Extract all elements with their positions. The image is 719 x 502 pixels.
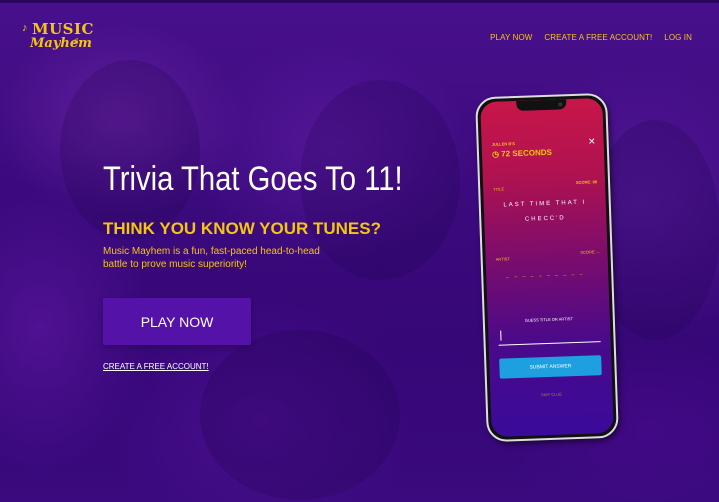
top-border [0,0,719,3]
score-artist: SCORE: -- [580,249,600,255]
lyric-clue: LAST TIME THAT I CHECC'D [503,199,587,223]
play-now-button[interactable]: PLAY NOW [103,298,251,345]
timer: ◷ 72 SECONDS [491,147,553,159]
music-note-icon: ♪ [22,22,28,34]
title-label: TITLE [493,186,505,192]
answer-blanks: _ _ _ _ _ _ _ _ _ _ [506,269,585,279]
background-shape [60,60,200,240]
background-shape [200,330,400,500]
nav-log-in[interactable]: LOG IN [664,33,692,42]
music-note-icon: ♫ [72,36,80,47]
phone-screen: JULLEN B'S ◷ 72 SECONDS ✕ TITLE SCORE: 8… [480,97,614,438]
logo-line2: Mayhem [30,36,92,51]
timer-value: 72 SECONDS [501,147,553,159]
hero-description: Music Mayhem is a fun, fast-paced head-t… [103,246,320,270]
nav-create-account[interactable]: CREATE A FREE ACCOUNT! [544,33,652,42]
phone-mockup: JULLEN B'S ◷ 72 SECONDS ✕ TITLE SCORE: 8… [475,92,619,443]
score-title: SCORE: 86 [575,179,598,185]
skip-clue-link[interactable]: SKIP CLUE [490,390,612,399]
close-icon[interactable]: ✕ [588,136,596,147]
guess-input[interactable] [498,323,601,346]
timer-label: JULLEN B'S [491,141,515,147]
logo[interactable]: ♪ MUSIC Mayhem ♫ [22,20,93,54]
nav-play-now[interactable]: PLAY NOW [490,33,532,42]
hero-subhead: THINK YOU KNOW YOUR TUNES? [103,219,381,238]
submit-answer-button[interactable]: SUBMIT ANSWER [499,355,602,379]
hero-headline: Trivia That Goes To 11! [103,160,403,198]
create-account-link[interactable]: CREATE A FREE ACCOUNT! [103,362,209,371]
top-nav: PLAY NOW CREATE A FREE ACCOUNT! LOG IN [490,33,692,42]
artist-label: ARTIST [495,256,510,262]
text-caret [500,330,502,341]
